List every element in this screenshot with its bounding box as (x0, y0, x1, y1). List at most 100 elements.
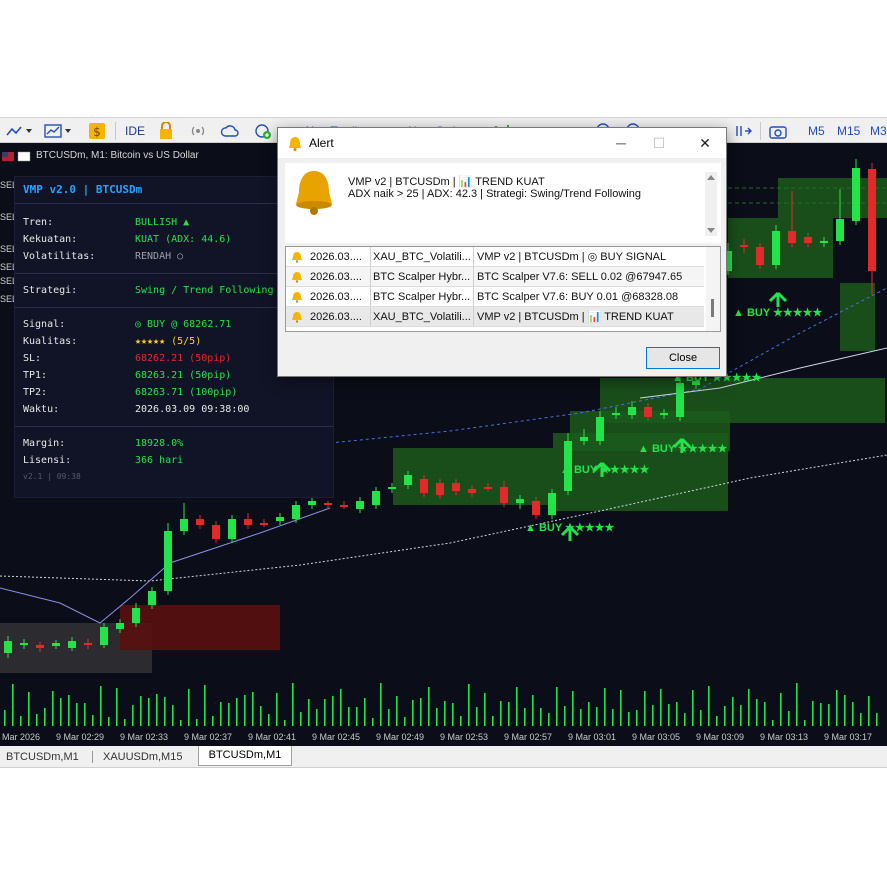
candle-body (36, 645, 44, 648)
maximize-button[interactable]: ☐ (650, 134, 668, 152)
timeframe-m30[interactable]: M30 (870, 121, 887, 141)
candle-body (196, 519, 204, 525)
timeframe-m5[interactable]: M5 (808, 121, 825, 141)
tren-label: Tren: (23, 217, 54, 228)
volume-bar (500, 701, 502, 726)
divider (15, 426, 333, 427)
candle-body (676, 383, 684, 417)
screenshot: $ IDE Algo Trading New Order (0, 0, 887, 887)
buy-arrow-icon (768, 291, 788, 307)
row-time: 2026.03.... (310, 311, 362, 323)
axis-tick: 9 Mar 02:45 (312, 732, 361, 742)
tp1-label: TP1: (23, 370, 48, 381)
chart-type-icon[interactable] (42, 121, 74, 141)
minimize-button[interactable]: ─ (612, 134, 630, 152)
volume-bar (412, 700, 414, 726)
axis-tick: 9 Mar 03:17 (824, 732, 873, 742)
tab-btcusdm-1[interactable]: BTCUSDm,M1 (6, 750, 79, 764)
close-button[interactable]: Close (646, 347, 720, 369)
list-item[interactable]: 2026.03.... XAU_BTC_Volatili... VMP v2 |… (286, 247, 704, 267)
volume-bar (716, 716, 718, 726)
candle-body (548, 493, 556, 515)
volume-bar (260, 706, 262, 726)
lock-icon[interactable] (156, 121, 176, 141)
volume-bar (732, 697, 734, 726)
svg-text:$: $ (93, 125, 101, 139)
volume-bar (348, 707, 350, 726)
alert-history-list: 2026.03.... XAU_BTC_Volatili... VMP v2 |… (285, 246, 721, 332)
volume-bar (644, 691, 646, 726)
volume-bar (660, 689, 662, 726)
alert-message-line2: ADX naik > 25 | ADX: 42.3 | Strategi: Sw… (348, 188, 641, 200)
volume-bar (236, 698, 238, 726)
candle-body (372, 491, 380, 505)
candle-body (388, 487, 396, 489)
volume-bar (52, 691, 54, 726)
candle-body (596, 417, 604, 441)
dollar-icon[interactable]: $ (87, 121, 107, 141)
volume-bar (468, 684, 470, 726)
bell-icon (292, 272, 302, 283)
volume-bar (28, 692, 30, 726)
axis-tick: 9 Mar 02:49 (376, 732, 425, 742)
volume-bar (156, 694, 158, 726)
volume-bar (460, 716, 462, 726)
zone-rect (760, 378, 885, 423)
chart-title-text: BTCUSDm, M1: Bitcoin vs US Dollar (36, 150, 199, 161)
signal-icon[interactable] (188, 121, 208, 141)
zone-rect (840, 283, 875, 351)
candle-body (132, 608, 140, 623)
close-window-button[interactable]: ✕ (696, 134, 714, 152)
volume-bar (124, 719, 126, 726)
volume-bar (748, 689, 750, 726)
signal-label: Signal: (23, 319, 66, 330)
candle-body (836, 219, 844, 241)
line-chart-icon[interactable] (4, 121, 34, 141)
volume-bar (188, 689, 190, 726)
volume-bar (652, 705, 654, 726)
cloud-icon[interactable] (219, 121, 241, 141)
candle-body (452, 483, 460, 491)
bell-icon (292, 312, 302, 323)
volume-bar (132, 705, 134, 726)
list-item-selected[interactable]: 2026.03.... XAU_BTC_Volatili... VMP v2 |… (286, 307, 704, 327)
candle-body (484, 487, 492, 489)
volume-bar (580, 709, 582, 726)
volume-bar (476, 707, 478, 726)
list-item[interactable]: 2026.03.... BTC Scalper Hybr... BTC Scal… (286, 287, 704, 307)
kualitas-label: Kualitas: (23, 336, 78, 347)
message-scrollbar[interactable] (705, 172, 717, 236)
volume-bar (172, 705, 174, 726)
candle-body (356, 501, 364, 509)
candle-body (292, 505, 300, 519)
volume-bar (700, 710, 702, 726)
alert-titlebar[interactable]: Alert ─ ☐ ✕ (278, 128, 726, 158)
bell-icon (289, 137, 301, 151)
volume-bar (148, 698, 150, 726)
timeframe-m15[interactable]: M15 (837, 121, 860, 141)
add-indicator-icon[interactable] (252, 121, 274, 141)
row-expert: BTC Scalper Hybr... (373, 291, 471, 303)
candle-body (436, 483, 444, 495)
alert-message-line1: VMP v2 | BTCUSDm | 📊 TREND KUAT (348, 176, 545, 188)
buy-signal-label: ▲ BUY ★★★★★ (525, 522, 614, 534)
candle-body (244, 519, 252, 525)
alert-title: Alert (309, 136, 334, 150)
tab-btcusdm-active[interactable]: BTCUSDm,M1 (198, 746, 292, 766)
auto-scroll-icon[interactable] (734, 121, 754, 141)
scroll-thumb[interactable] (711, 299, 714, 317)
axis-tick: 9 Mar 02:33 (120, 732, 169, 742)
volume-bar (628, 712, 630, 726)
volume-bar (604, 688, 606, 726)
volume-bar (268, 714, 270, 726)
vmp-title: VMP v2.0 | BTCUSDm (23, 183, 143, 196)
list-item[interactable]: 2026.03.... BTC Scalper Hybr... BTC Scal… (286, 267, 704, 287)
screenshot-icon[interactable] (767, 121, 789, 141)
ide-button[interactable]: IDE (122, 121, 148, 141)
candle-body (308, 501, 316, 505)
list-scrollbar[interactable] (706, 247, 720, 331)
candle-body (580, 437, 588, 441)
volume-bar (572, 691, 574, 726)
volume-bar (804, 720, 806, 726)
tab-xauusdm[interactable]: XAUUSDm,M15 (103, 750, 182, 764)
